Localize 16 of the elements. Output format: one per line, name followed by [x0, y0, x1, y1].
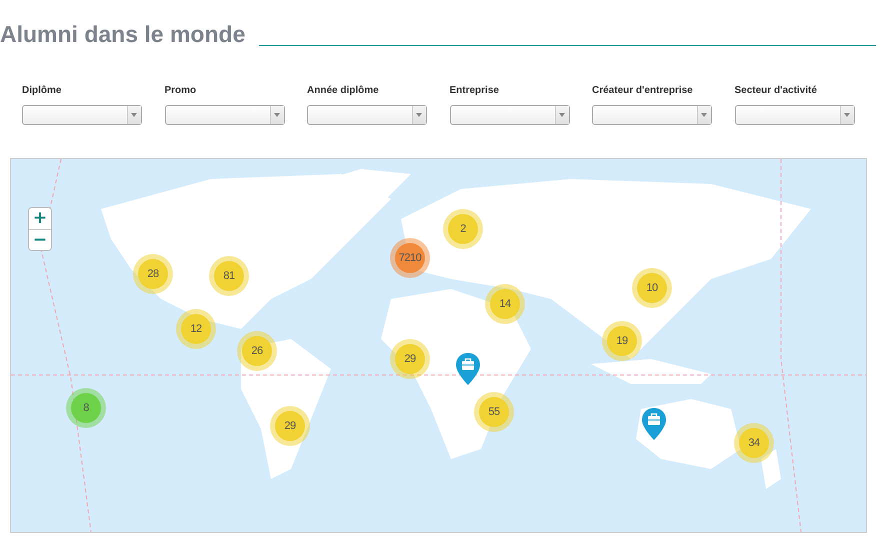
page-title: Alumni dans le monde	[0, 20, 246, 48]
filter-label: Secteur d'activité	[734, 85, 818, 96]
filter-label: Année diplôme	[307, 85, 380, 96]
filter-label: Créateur d'entreprise	[592, 85, 694, 96]
filter-label: Diplôme	[22, 85, 62, 96]
zoom-out-button[interactable]: −	[29, 229, 51, 250]
filter-label: Promo	[164, 85, 198, 96]
select-field[interactable]	[307, 105, 427, 125]
select-field[interactable]	[592, 105, 712, 125]
briefcase-pin-icon[interactable]	[642, 408, 666, 440]
select-field[interactable]	[22, 105, 142, 125]
select-field[interactable]	[450, 105, 570, 125]
filter-label: Entreprise	[450, 85, 500, 96]
briefcase-pin-icon[interactable]	[456, 353, 480, 385]
select-field[interactable]	[734, 105, 854, 125]
select-field[interactable]	[164, 105, 284, 125]
